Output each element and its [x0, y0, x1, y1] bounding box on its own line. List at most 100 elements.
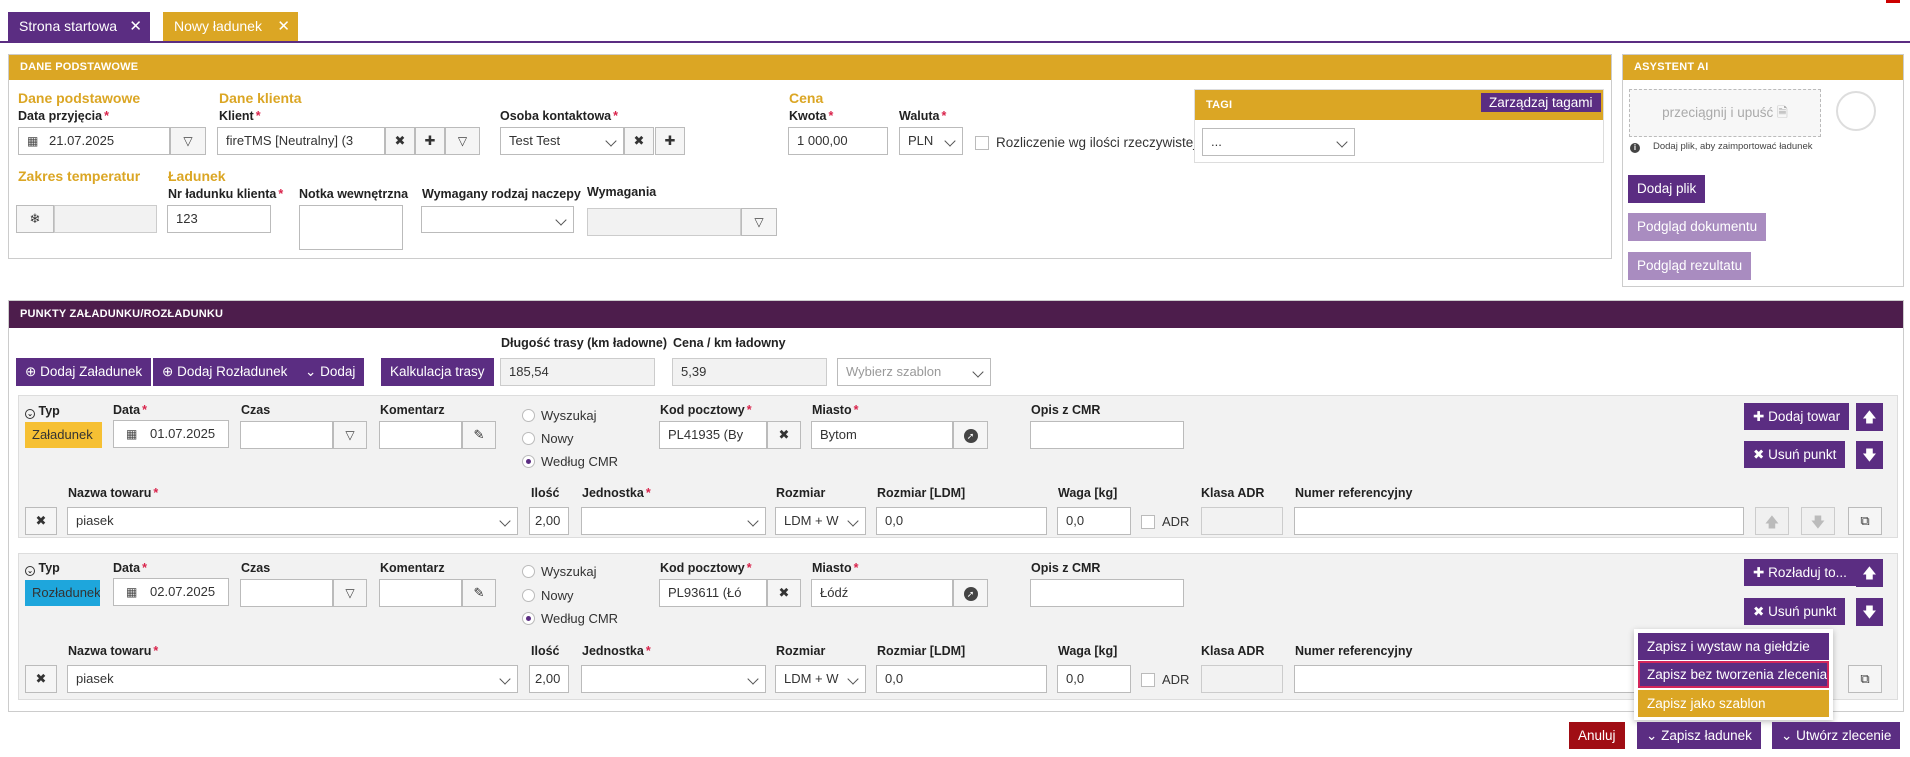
stop-comment-input[interactable] — [379, 421, 462, 449]
tags-select[interactable]: ... — [1202, 128, 1355, 156]
price-km-input[interactable]: 5,39 — [672, 358, 827, 386]
remove-point-button[interactable]: ✖ Usuń punkt — [1744, 598, 1846, 625]
close-icon[interactable]: ✕ — [277, 12, 290, 41]
requirements-input[interactable] — [587, 208, 741, 236]
add-unloading-button[interactable]: ⊕ Dodaj Rozładunek — [153, 358, 297, 386]
goods-remove-button[interactable]: ✖ — [25, 665, 57, 693]
preview-result-button[interactable]: Podgląd rezultatu — [1628, 252, 1752, 280]
city-locate-button[interactable]: ➚ — [953, 421, 988, 449]
save-and-publish-item[interactable]: Zapisz i wystaw na giełdzie — [1638, 633, 1829, 660]
currency-select[interactable]: PLN — [899, 127, 963, 155]
radio-new[interactable]: Nowy — [522, 431, 574, 446]
contact-select[interactable]: Test Test — [500, 127, 624, 155]
city-locate-button[interactable]: ➚ — [953, 579, 988, 607]
postal-clear-button[interactable]: ✖ — [767, 579, 801, 607]
client-dropdown-button[interactable]: ▽ — [445, 127, 480, 155]
temperature-input[interactable] — [54, 205, 157, 233]
save-load-button[interactable]: ⌄ Zapisz ładunek — [1637, 722, 1761, 749]
goods-remove-button[interactable]: ✖ — [25, 507, 57, 535]
save-without-order-item[interactable]: Zapisz bez tworzenia zlecenia — [1638, 661, 1829, 688]
goods-copy-button[interactable]: ⧉ — [1848, 665, 1882, 693]
postal-clear-button[interactable]: ✖ — [767, 421, 801, 449]
close-icon[interactable]: ✕ — [129, 12, 142, 41]
stop-comment-input[interactable] — [379, 579, 462, 607]
preview-document-button[interactable]: Podgląd dokumentu — [1628, 213, 1767, 241]
goods-copy-button[interactable]: ⧉ — [1848, 507, 1882, 535]
stop-city-input[interactable]: Bytom — [811, 421, 953, 449]
chevron-down-icon[interactable]: ⌄ — [25, 409, 35, 419]
goods-name-select[interactable]: piasek — [67, 507, 518, 535]
create-order-button[interactable]: ⌄ Utwórz zlecenie — [1772, 722, 1901, 749]
move-up-button[interactable]: 🡅 — [1856, 403, 1883, 431]
add-dropdown-button[interactable]: ⌄ Dodaj — [296, 358, 365, 386]
tab-new-load[interactable]: Nowy ładunek ✕ — [163, 12, 298, 41]
goods-unit-select[interactable] — [581, 665, 766, 693]
goods-move-up-button[interactable]: 🡅 — [1755, 507, 1789, 535]
unload-goods-button[interactable]: ✚ Rozładuj to... — [1744, 559, 1856, 586]
goods-size-select[interactable]: LDM + W — [775, 507, 866, 535]
tab-home[interactable]: Strona startowa ✕ — [8, 12, 150, 41]
radio-search[interactable]: Wyszukaj — [522, 408, 597, 423]
client-input[interactable]: fireTMS [Neutralny] (3 — [217, 127, 385, 155]
route-length-input[interactable]: 185,54 — [500, 358, 655, 386]
stop-postal-input[interactable]: PL41935 (By — [659, 421, 767, 449]
template-select[interactable]: Wybierz szablon — [837, 358, 991, 386]
add-file-button[interactable]: Dodaj plik — [1628, 175, 1706, 203]
stop-date-input[interactable]: ▦ 01.07.2025 — [113, 420, 229, 448]
goods-ref-input[interactable] — [1294, 507, 1744, 535]
stop-city-input[interactable]: Łódź — [811, 579, 953, 607]
radio-search[interactable]: Wyszukaj — [522, 564, 597, 579]
contact-add-button[interactable]: ✚ — [655, 127, 685, 155]
temperature-button[interactable]: ❄ — [16, 205, 54, 233]
route-calculation-button[interactable]: Kalkulacja trasy — [381, 358, 494, 386]
stop-date-input[interactable]: ▦ 02.07.2025 — [113, 578, 229, 606]
date-dropdown-button[interactable]: ▽ — [170, 127, 206, 155]
stop-postal-input[interactable]: PL93611 (Łó — [659, 579, 767, 607]
goods-qty-input[interactable]: 2,00 — [529, 507, 569, 535]
stop-time-input[interactable] — [240, 579, 333, 607]
goods-size-select[interactable]: LDM + W — [775, 665, 866, 693]
goods-adr-class-input[interactable] — [1201, 665, 1283, 693]
file-dropzone[interactable]: przeciągnij i upuść 🗎 — [1629, 89, 1821, 137]
amount-input[interactable]: 1 000,00 — [788, 127, 888, 155]
move-down-button[interactable]: 🡇 — [1856, 598, 1883, 626]
add-goods-button[interactable]: ✚ Dodaj towar — [1744, 403, 1850, 430]
goods-adr-class-input[interactable] — [1201, 507, 1283, 535]
stop-cmr-input[interactable] — [1030, 421, 1184, 449]
goods-weight-input[interactable]: 0,0 — [1057, 665, 1131, 693]
client-order-input[interactable]: 123 — [167, 205, 271, 233]
goods-unit-select[interactable] — [581, 507, 766, 535]
adr-checkbox[interactable] — [1141, 673, 1155, 687]
trailer-select[interactable] — [421, 206, 574, 233]
date-input[interactable]: ▦ 21.07.2025 — [18, 127, 170, 155]
comment-edit-button[interactable]: ✎ — [462, 579, 496, 607]
radio-new[interactable]: Nowy — [522, 588, 574, 603]
move-up-button[interactable]: 🡅 — [1856, 559, 1883, 587]
goods-ldm-input[interactable]: 0,0 — [876, 507, 1047, 535]
adr-checkbox[interactable] — [1141, 515, 1155, 529]
requirements-dropdown-button[interactable]: ▽ — [741, 208, 777, 236]
goods-weight-input[interactable]: 0,0 — [1057, 507, 1131, 535]
radio-by-cmr[interactable]: Według CMR — [522, 454, 618, 469]
chevron-down-icon[interactable]: ⌄ — [25, 566, 35, 576]
comment-edit-button[interactable]: ✎ — [462, 421, 496, 449]
goods-ldm-input[interactable]: 0,0 — [876, 665, 1047, 693]
time-dropdown-button[interactable]: ▽ — [333, 421, 367, 449]
radio-by-cmr[interactable]: Według CMR — [522, 611, 618, 626]
move-down-button[interactable]: 🡇 — [1856, 441, 1883, 469]
time-dropdown-button[interactable]: ▽ — [333, 579, 367, 607]
stop-time-input[interactable] — [240, 421, 333, 449]
goods-qty-input[interactable]: 2,00 — [529, 665, 569, 693]
save-as-template-item[interactable]: Zapisz jako szablon — [1638, 690, 1829, 717]
client-add-button[interactable]: ✚ — [415, 127, 445, 155]
client-clear-button[interactable]: ✖ — [385, 127, 415, 155]
manage-tags-button[interactable]: Zarządzaj tagami — [1481, 93, 1601, 112]
stop-cmr-input[interactable] — [1030, 579, 1184, 607]
contact-clear-button[interactable]: ✖ — [624, 127, 654, 155]
goods-name-select[interactable]: piasek — [67, 665, 518, 693]
goods-move-down-button[interactable]: 🡇 — [1801, 507, 1835, 535]
billing-checkbox[interactable] — [975, 136, 989, 150]
remove-point-button[interactable]: ✖ Usuń punkt — [1744, 441, 1846, 468]
internal-note-textarea[interactable] — [299, 205, 403, 250]
cancel-button[interactable]: Anuluj — [1569, 722, 1625, 749]
